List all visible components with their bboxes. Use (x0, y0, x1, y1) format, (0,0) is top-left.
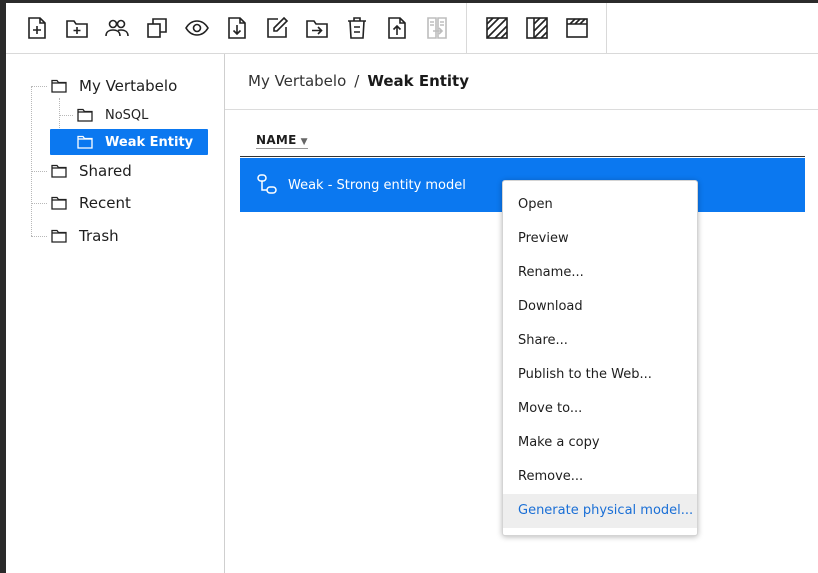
tree-line (31, 171, 47, 172)
new-document-icon[interactable] (24, 15, 50, 41)
list-header-divider (240, 156, 805, 157)
tree-line (31, 236, 47, 237)
users-icon[interactable] (104, 15, 130, 41)
copy-icon[interactable] (144, 15, 170, 41)
menu-item-generate-physical-model[interactable]: Generate physical model... (503, 494, 697, 528)
split-layout-icon[interactable] (524, 15, 550, 41)
menu-item-publish[interactable]: Publish to the Web... (503, 358, 697, 392)
sidebar-item-label: Shared (79, 162, 132, 180)
breadcrumb-divider (225, 109, 818, 110)
compare-icon[interactable] (424, 15, 450, 41)
toolbar-divider (466, 3, 467, 53)
folder-icon (77, 107, 95, 123)
context-menu: Open Preview Rename... Download Share...… (502, 180, 698, 536)
breadcrumb-current: Weak Entity (367, 72, 470, 90)
folder-icon (51, 78, 69, 94)
model-icon (256, 172, 278, 198)
toolbar (6, 3, 818, 54)
eye-icon[interactable] (184, 15, 210, 41)
upload-icon[interactable] (384, 15, 410, 41)
sidebar: My Vertabelo NoSQL Weak Entity Shared Re (6, 54, 225, 573)
menu-item-move-to[interactable]: Move to... (503, 392, 697, 426)
sort-arrow-icon: ▼ (300, 137, 308, 147)
download-icon[interactable] (224, 15, 250, 41)
toolbar-divider (606, 3, 607, 53)
sidebar-item-shared[interactable]: Shared (51, 159, 132, 183)
sidebar-item-trash[interactable]: Trash (51, 224, 119, 248)
hatch-layout-icon[interactable] (484, 15, 510, 41)
menu-item-download[interactable]: Download (503, 290, 697, 324)
folder-icon (51, 195, 69, 211)
menu-item-make-copy[interactable]: Make a copy (503, 426, 697, 460)
sidebar-item-nosql[interactable]: NoSQL (77, 103, 148, 127)
sidebar-item-label: Recent (79, 194, 131, 212)
menu-item-remove[interactable]: Remove... (503, 460, 697, 494)
sidebar-item-weak-entity[interactable]: Weak Entity (50, 129, 208, 155)
tree-line (31, 203, 47, 204)
folder-icon (51, 163, 69, 179)
folder-icon (77, 134, 95, 150)
sidebar-item-my-vertabelo[interactable]: My Vertabelo (51, 74, 177, 98)
trash-icon[interactable] (344, 15, 370, 41)
menu-item-share[interactable]: Share... (503, 324, 697, 358)
tree-line (59, 115, 73, 116)
move-to-folder-icon[interactable] (304, 15, 330, 41)
sidebar-item-label: NoSQL (105, 107, 149, 123)
app-window: My Vertabelo NoSQL Weak Entity Shared Re (0, 0, 818, 573)
column-header-label: NAME (256, 133, 297, 147)
sidebar-item-recent[interactable]: Recent (51, 191, 131, 215)
column-header-name[interactable]: NAME ▼ (256, 133, 308, 149)
breadcrumb-root[interactable]: My Vertabelo (248, 72, 346, 90)
edit-icon[interactable] (264, 15, 290, 41)
row-label: Weak - Strong entity model (288, 177, 466, 193)
window-layout-icon[interactable] (564, 15, 590, 41)
sidebar-item-label: Weak Entity (105, 134, 194, 150)
menu-item-open[interactable]: Open (503, 188, 697, 222)
breadcrumb-separator: / (354, 72, 360, 90)
tree-line (31, 86, 47, 87)
sidebar-item-label: Trash (79, 227, 119, 245)
new-folder-icon[interactable] (64, 15, 90, 41)
sidebar-item-label: My Vertabelo (79, 77, 178, 95)
tree-line (31, 86, 32, 236)
menu-item-preview[interactable]: Preview (503, 222, 697, 256)
breadcrumb: My Vertabelo / Weak Entity (248, 72, 469, 90)
menu-item-rename[interactable]: Rename... (503, 256, 697, 290)
folder-icon (51, 228, 69, 244)
